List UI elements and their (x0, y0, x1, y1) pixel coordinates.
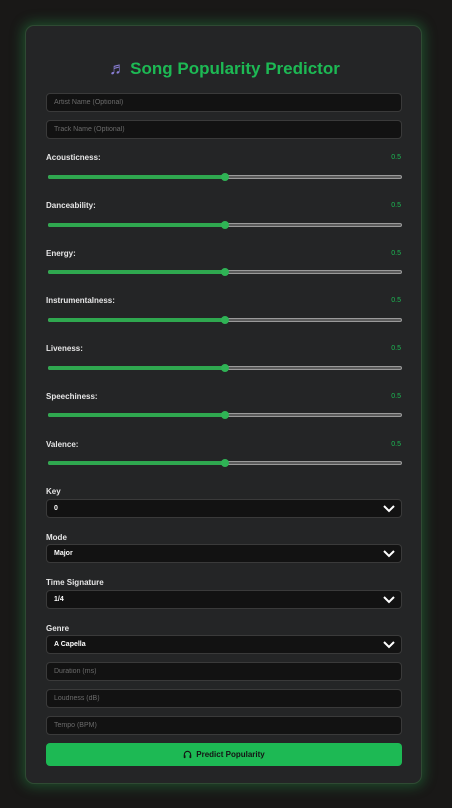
genre-label: Genre (46, 624, 70, 633)
tempo-input[interactable] (46, 716, 402, 735)
energy-slider-fill (48, 270, 224, 274)
time-signature-label: Time Signature (46, 578, 104, 587)
mode-select[interactable]: Major (46, 544, 402, 563)
valence-slider-thumb[interactable] (221, 459, 229, 467)
instrumentalness-label: Instrumentalness: (46, 296, 115, 305)
acousticness-label: Acousticness: (46, 153, 101, 162)
instrumentalness-slider-thumb[interactable] (221, 316, 229, 324)
valence-label: Valence: (46, 440, 79, 449)
danceability-slider[interactable] (48, 221, 402, 229)
mode-label: Mode (46, 533, 67, 542)
liveness-value: 0.5 (391, 345, 401, 352)
speechiness-slider-fill (48, 413, 224, 417)
chevron-down-icon (383, 641, 395, 649)
acousticness-slider[interactable] (48, 173, 402, 181)
valence-value: 0.5 (391, 441, 401, 448)
duration-input[interactable] (46, 662, 402, 681)
acousticness-slider-thumb[interactable] (221, 173, 229, 181)
danceability-label: Danceability: (46, 201, 96, 210)
valence-slider-fill (48, 461, 224, 465)
page-title: ♬ Song Popularity Predictor (109, 59, 340, 78)
genre-select[interactable]: A Capella (46, 635, 402, 654)
speechiness-label: Speechiness: (46, 392, 98, 401)
valence-slider[interactable] (48, 459, 402, 467)
chevron-down-icon (383, 596, 395, 604)
instrumentalness-value: 0.5 (391, 297, 401, 304)
key-label: Key (46, 487, 61, 496)
music-note-icon: ♬ (109, 59, 127, 78)
danceability-slider-fill (48, 223, 224, 227)
energy-slider[interactable] (48, 268, 402, 276)
time-signature-select[interactable]: 1/4 (46, 590, 402, 609)
instrumentalness-slider[interactable] (48, 316, 402, 324)
time-signature-select-value: 1/4 (54, 596, 64, 603)
liveness-slider-thumb[interactable] (221, 364, 229, 372)
speechiness-slider-thumb[interactable] (221, 411, 229, 419)
mode-select-value: Major (54, 550, 73, 557)
speechiness-value: 0.5 (391, 393, 401, 400)
instrumentalness-slider-fill (48, 318, 224, 322)
predict-button-label: Predict Popularity (196, 750, 265, 759)
liveness-label: Liveness: (46, 344, 83, 353)
energy-label: Energy: (46, 249, 76, 258)
artist-name-input[interactable] (46, 93, 402, 112)
headphones-icon (183, 750, 192, 759)
key-select[interactable]: 0 (46, 499, 402, 518)
chevron-down-icon (383, 550, 395, 558)
predict-popularity-button[interactable]: Predict Popularity (46, 743, 402, 766)
liveness-slider[interactable] (48, 364, 402, 372)
speechiness-slider[interactable] (48, 411, 402, 419)
key-select-value: 0 (54, 505, 58, 512)
danceability-slider-thumb[interactable] (221, 221, 229, 229)
liveness-slider-fill (48, 366, 224, 370)
danceability-value: 0.5 (391, 202, 401, 209)
predictor-card: ♬Song Popularity Predictor Acousticness:… (25, 25, 422, 784)
track-name-input[interactable] (46, 120, 402, 139)
acousticness-slider-fill (48, 175, 224, 179)
energy-value: 0.5 (391, 250, 401, 257)
genre-select-value: A Capella (54, 641, 86, 648)
energy-slider-thumb[interactable] (221, 268, 229, 276)
chevron-down-icon (383, 505, 395, 513)
loudness-input[interactable] (46, 689, 402, 708)
acousticness-value: 0.5 (391, 154, 401, 161)
